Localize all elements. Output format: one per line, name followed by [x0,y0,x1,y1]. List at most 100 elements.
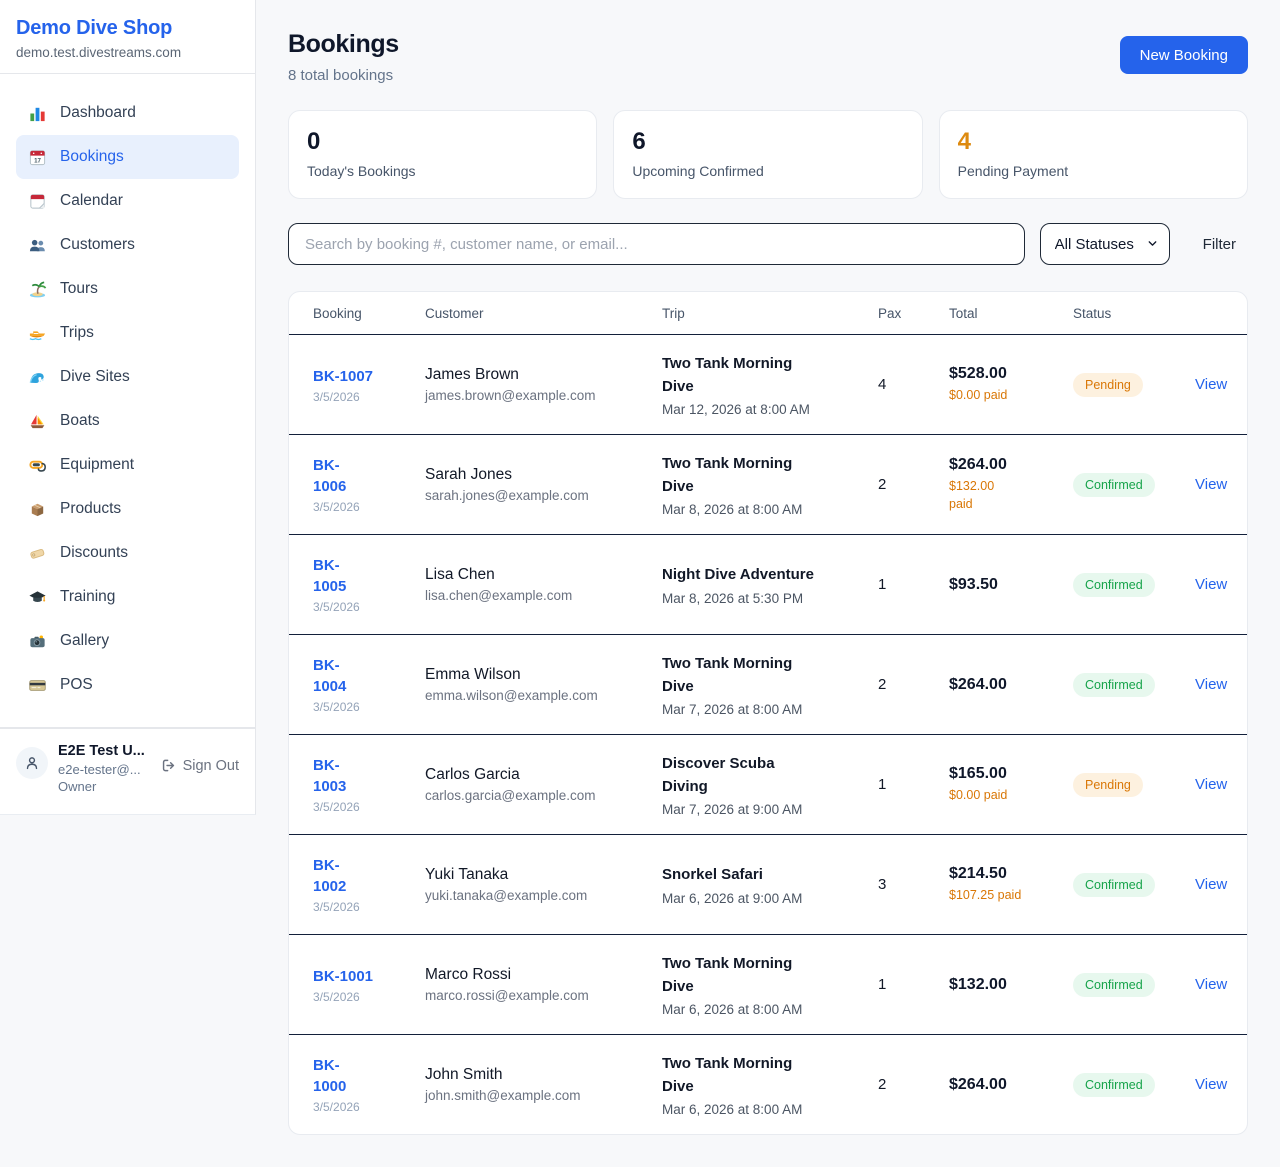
page-title: Bookings [288,30,399,59]
customer-cell: Marco Rossi marco.rossi@example.com [425,966,662,1003]
sign-out-icon [160,757,177,774]
sidebar-item-trips[interactable]: Trips [16,311,239,355]
table-row: BK-1007 3/5/2026 James Brown james.brown… [289,334,1247,434]
sidebar-item-equipment[interactable]: Equipment [16,443,239,487]
sidebar-item-pos[interactable]: POS [16,663,239,707]
status-filter-wrap: All Statuses [1040,223,1170,265]
sidebar-item-discounts[interactable]: Discounts [16,531,239,575]
view-booking-link[interactable]: View [1195,376,1227,393]
booking-date: 3/5/2026 [313,990,425,1004]
nav-item-label: Gallery [60,632,109,650]
pax-value: 2 [878,676,949,693]
sidebar-item-training[interactable]: Training [16,575,239,619]
sidebar-item-products[interactable]: Products [16,487,239,531]
sidebar-item-bookings[interactable]: 17 Bookings [16,135,239,179]
sidebar-item-dashboard[interactable]: Dashboard [16,91,239,135]
booking-cell: BK-1003 3/5/2026 [313,755,425,814]
sign-out-button[interactable]: Sign Out [160,757,239,774]
table-row: BK-1005 3/5/2026 Lisa Chen lisa.chen@exa… [289,534,1247,634]
status-badge: Pending [1073,773,1143,797]
trip-date: Mar 7, 2026 at 8:00 AM [662,702,878,717]
status-badge: Confirmed [1073,673,1155,697]
status-badge: Pending [1073,373,1143,397]
booking-cell: BK-1001 3/5/2026 [313,966,425,1004]
total-amount: $93.50 [949,576,1073,594]
booking-id-link[interactable]: BK-1006 [313,455,361,497]
booking-id-link[interactable]: BK-1001 [313,968,373,985]
view-booking-link[interactable]: View [1195,676,1227,693]
trip-name: Two Tank Morning Dive [662,1052,814,1099]
stats-row: 0 Today's Bookings 6 Upcoming Confirmed … [288,110,1248,199]
view-booking-link[interactable]: View [1195,776,1227,793]
booking-id-link[interactable]: BK-1002 [313,855,361,897]
booking-id-link[interactable]: BK-1000 [313,1055,361,1097]
sidebar-item-calendar[interactable]: Calendar [16,179,239,223]
trip-cell: Two Tank Morning Dive Mar 12, 2026 at 8:… [662,352,878,418]
status-badge: Confirmed [1073,473,1155,497]
pax-value: 1 [878,976,949,993]
stat-label: Today's Bookings [307,163,578,179]
booking-cell: BK-1007 3/5/2026 [313,366,425,404]
filter-button[interactable]: Filter [1203,236,1236,253]
sidebar-item-boats[interactable]: Boats [16,399,239,443]
tag-icon [28,544,47,563]
nav-item-label: POS [60,676,93,694]
dive-mask-icon [28,456,47,475]
sidebar-item-customers[interactable]: Customers [16,223,239,267]
booking-id-link[interactable]: BK-1003 [313,755,361,797]
total-cell: $214.50 $107.25 paid [949,865,1073,904]
sidebar-item-dive-sites[interactable]: Dive Sites [16,355,239,399]
customer-name: Carlos Garcia [425,766,662,784]
view-booking-link[interactable]: View [1195,1076,1227,1093]
table-row: BK-1002 3/5/2026 Yuki Tanaka yuki.tanaka… [289,834,1247,934]
status-cell: Confirmed [1073,973,1195,997]
sidebar-item-tours[interactable]: Tours [16,267,239,311]
customer-name: John Smith [425,1066,662,1084]
status-filter-select[interactable]: All Statuses [1040,223,1170,265]
search-input[interactable] [288,223,1025,265]
status-badge: Confirmed [1073,873,1155,897]
status-cell: Confirmed [1073,1073,1195,1097]
paid-amount: $0.00 paid [949,786,1073,804]
trip-cell: Snorkel Safari Mar 6, 2026 at 9:00 AM [662,863,878,905]
customer-name: Sarah Jones [425,466,662,484]
booking-date: 3/5/2026 [313,500,425,514]
view-booking-link[interactable]: View [1195,576,1227,593]
stat-value: 0 [307,128,578,156]
pax-value: 1 [878,776,949,793]
booking-id-link[interactable]: BK-1004 [313,655,361,697]
trip-date: Mar 8, 2026 at 8:00 AM [662,502,878,517]
customer-name: Emma Wilson [425,666,662,684]
view-booking-link[interactable]: View [1195,976,1227,993]
customer-email: emma.wilson@example.com [425,688,662,703]
booking-id-link[interactable]: BK-1007 [313,368,373,385]
status-cell: Confirmed [1073,573,1195,597]
customer-cell: John Smith john.smith@example.com [425,1066,662,1103]
stat-value: 4 [958,128,1229,156]
trip-name: Two Tank Morning Dive [662,452,814,499]
view-booking-link[interactable]: View [1195,476,1227,493]
bar-chart-icon [28,104,47,123]
island-icon [28,280,47,299]
nav-item-label: Calendar [60,192,123,210]
new-booking-button[interactable]: New Booking [1120,36,1248,74]
paid-amount: $132.00 paid [949,477,1007,513]
page-header: Bookings 8 total bookings New Booking [288,30,1248,84]
stat-card: 4 Pending Payment [939,110,1248,199]
total-cell: $264.00 $132.00 paid [949,456,1073,513]
column-header-booking: Booking [313,306,425,321]
total-amount: $264.00 [949,1076,1073,1094]
view-booking-link[interactable]: View [1195,876,1227,893]
nav-item-label: Dive Sites [60,368,130,386]
person-icon [23,754,41,772]
column-header-pax: Pax [878,306,949,321]
table-row: BK-1001 3/5/2026 Marco Rossi marco.rossi… [289,934,1247,1034]
total-cell: $165.00 $0.00 paid [949,765,1073,804]
booking-id-link[interactable]: BK-1005 [313,555,361,597]
trip-name: Snorkel Safari [662,863,814,886]
nav-item-label: Equipment [60,456,134,474]
sidebar-item-gallery[interactable]: Gallery [16,619,239,663]
booking-cell: BK-1005 3/5/2026 [313,555,425,614]
sign-out-label: Sign Out [183,758,239,774]
booking-date: 3/5/2026 [313,600,425,614]
